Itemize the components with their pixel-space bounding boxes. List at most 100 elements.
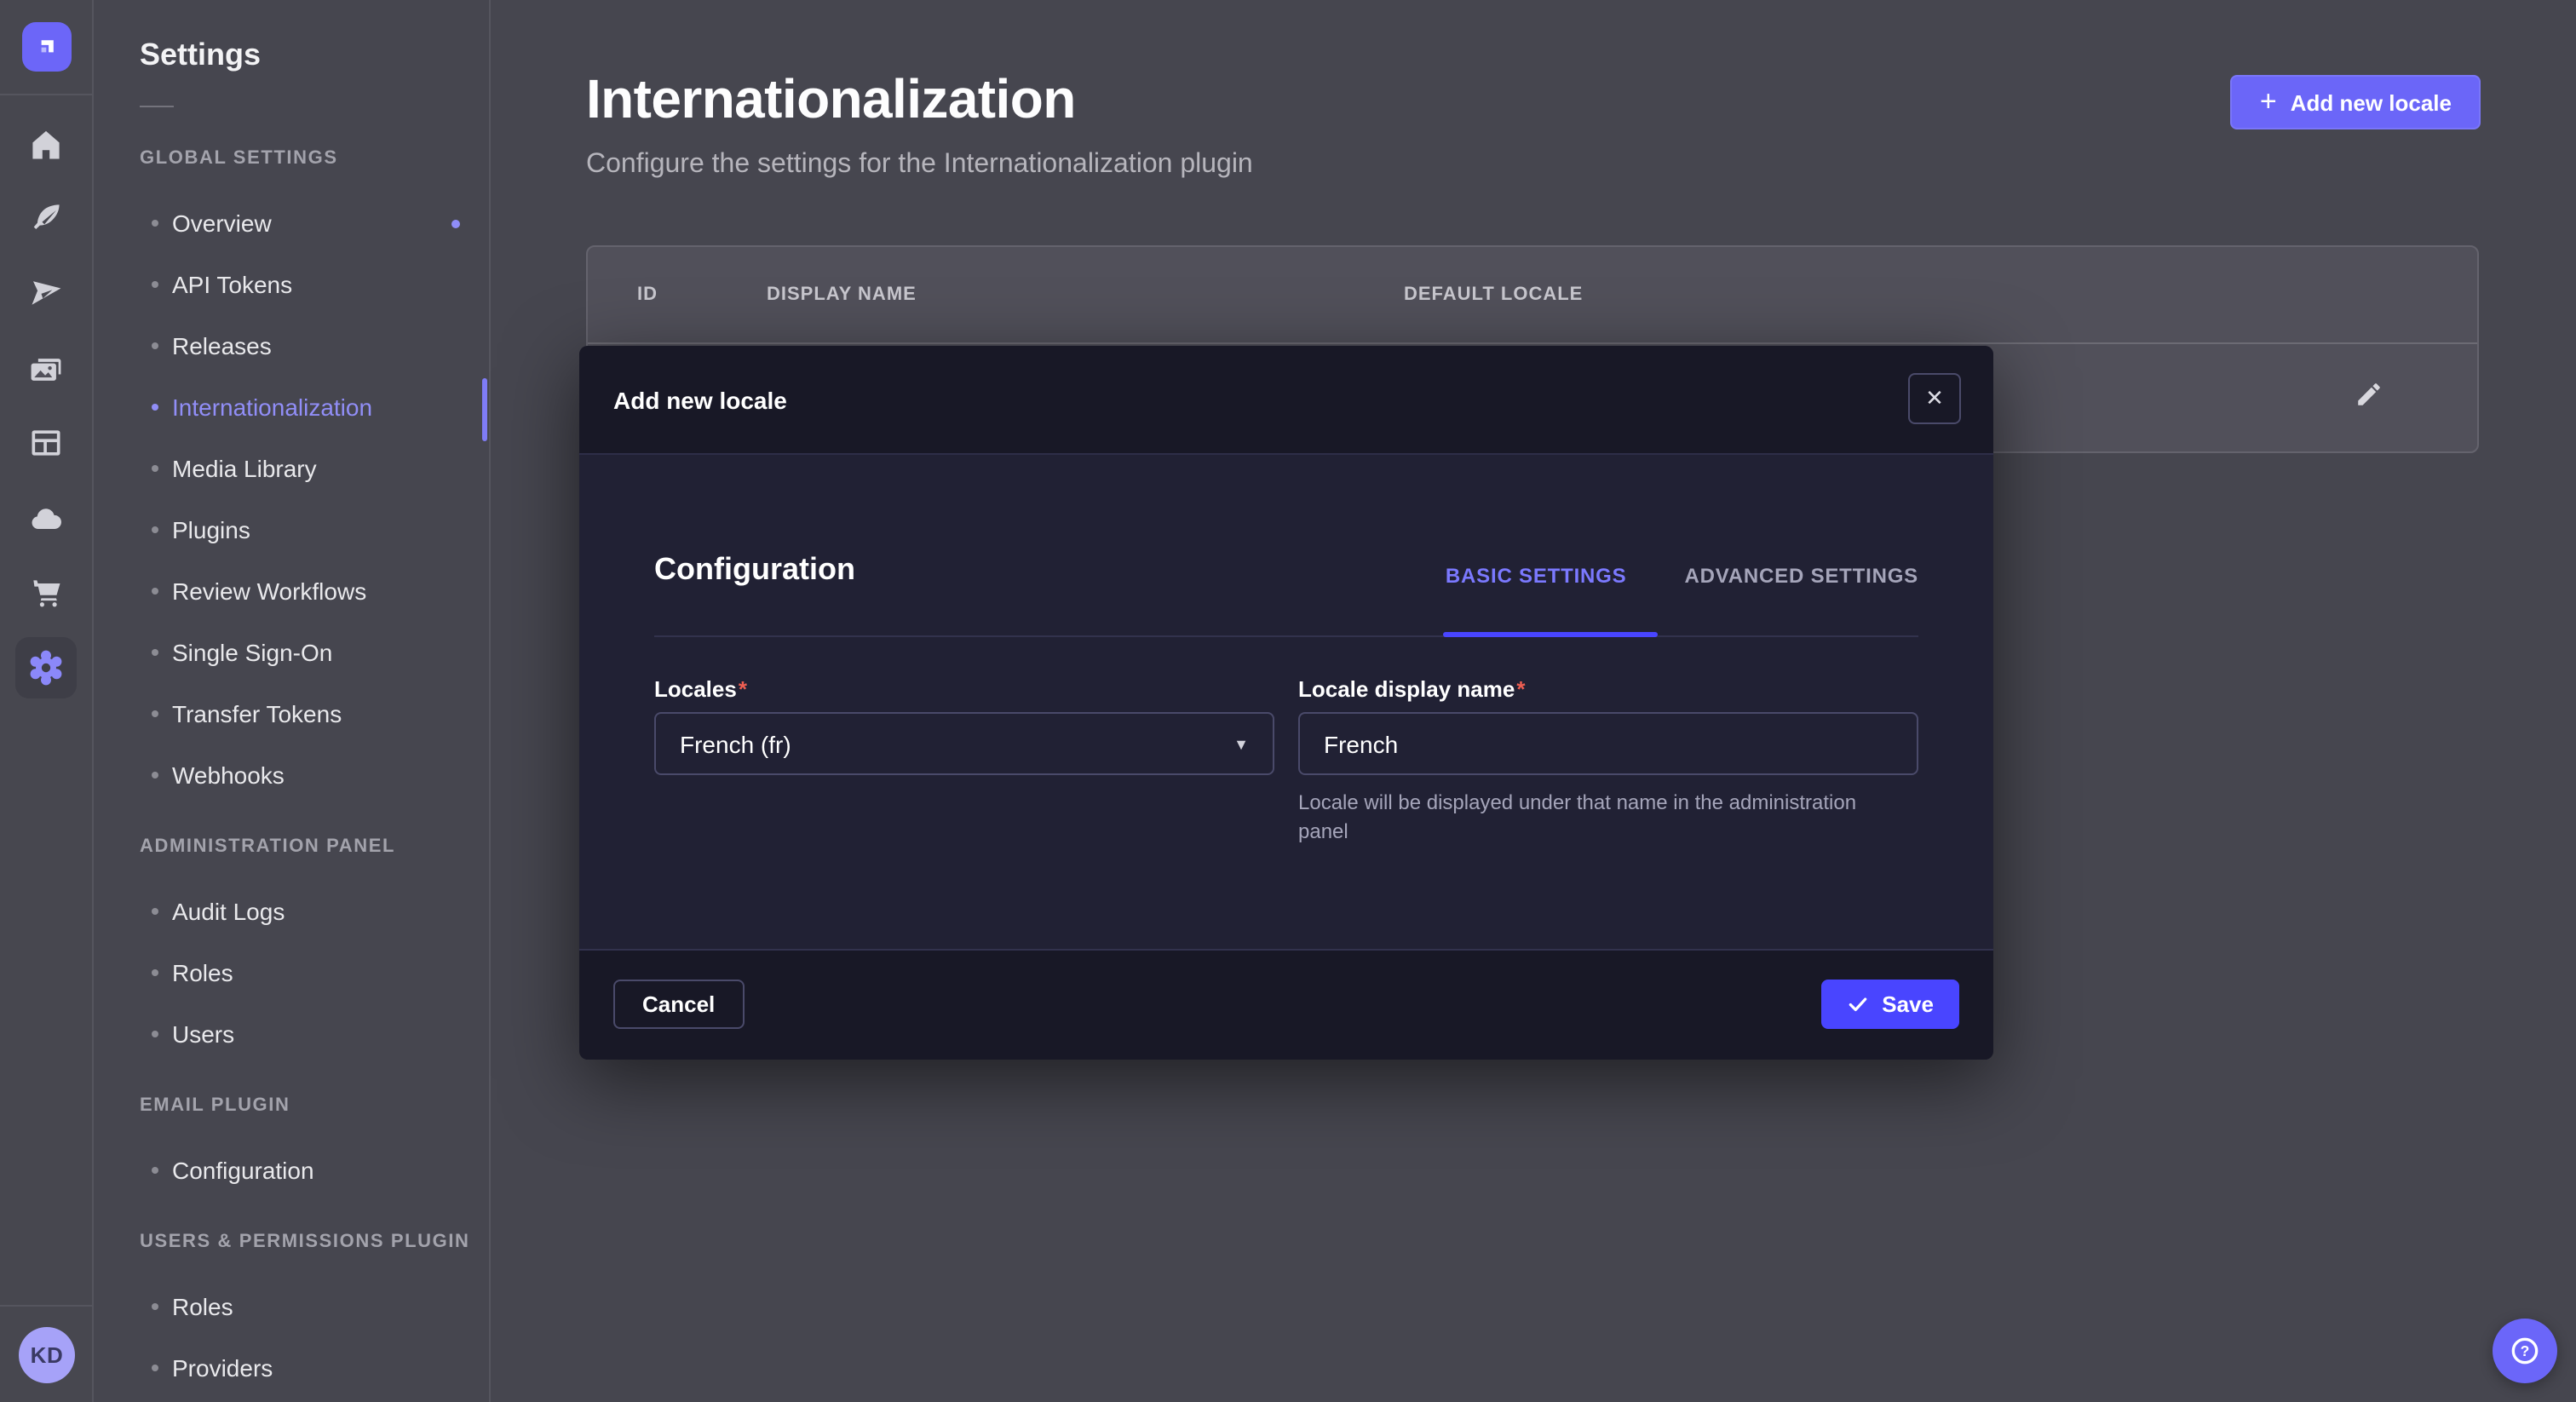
bullet-icon xyxy=(152,1303,158,1310)
save-button[interactable]: Save xyxy=(1820,980,1959,1029)
user-avatar[interactable]: KD xyxy=(19,1327,75,1383)
required-asterisk: * xyxy=(1516,676,1525,702)
sidebar-item-label: Releases xyxy=(172,332,272,359)
modal-tabs: BASIC SETTINGS ADVANCED SETTINGS xyxy=(1446,564,1918,588)
sidebar-item-label: Single Sign-On xyxy=(172,639,332,666)
column-header-default-locale: DEFAULT LOCALE xyxy=(1404,284,1583,305)
strapi-logo-icon[interactable] xyxy=(22,22,72,72)
rail-divider xyxy=(0,94,94,95)
sidebar-item-internationalization[interactable]: Internationalization xyxy=(95,376,489,438)
sidebar-item-email-configuration[interactable]: Configuration xyxy=(95,1140,489,1201)
sidebar-item-label: Providers xyxy=(172,1354,273,1382)
sidebar-item-label: Transfer Tokens xyxy=(172,700,342,727)
sidebar-item-overview[interactable]: Overview xyxy=(95,192,489,254)
bullet-icon xyxy=(152,281,158,288)
display-name-input[interactable] xyxy=(1298,712,1918,775)
page-subtitle: Configure the settings for the Internati… xyxy=(586,150,1253,181)
paper-plane-icon[interactable] xyxy=(15,262,77,324)
sidebar-item-single-sign-on[interactable]: Single Sign-On xyxy=(95,622,489,683)
layout-icon[interactable] xyxy=(15,412,77,474)
plus-icon: + xyxy=(2260,87,2277,116)
sidebar-item-label: Internationalization xyxy=(172,394,372,421)
display-name-label-text: Locale display name xyxy=(1298,676,1515,702)
edit-locale-button[interactable] xyxy=(2348,373,2389,414)
sidebar-item-label: Roles xyxy=(172,959,233,986)
bullet-icon xyxy=(152,220,158,227)
bullet-icon xyxy=(152,526,158,533)
locales-select-value: French (fr) xyxy=(680,730,791,757)
notification-dot xyxy=(451,219,460,227)
settings-subnav: Settings GLOBAL SETTINGS Overview API To… xyxy=(95,0,491,1402)
locales-field: Locales* French (fr) ▼ xyxy=(654,676,1274,775)
nav-section-email-plugin: EMAIL PLUGIN xyxy=(95,1092,489,1119)
column-header-id: ID xyxy=(637,284,658,305)
locales-select[interactable]: French (fr) ▼ xyxy=(654,712,1274,775)
media-library-icon[interactable] xyxy=(15,339,77,400)
add-new-locale-button[interactable]: + Add new locale xyxy=(2231,75,2481,129)
display-name-field: Locale display name* Locale will be disp… xyxy=(1298,676,1918,847)
sidebar-item-label: Roles xyxy=(172,1293,233,1320)
nav-section-global-settings: GLOBAL SETTINGS xyxy=(95,145,489,172)
sidebar-item-audit-logs[interactable]: Audit Logs xyxy=(95,881,489,942)
svg-text:?: ? xyxy=(2521,1342,2530,1359)
subnav-scrollbar-thumb[interactable] xyxy=(482,378,487,441)
chevron-down-icon: ▼ xyxy=(1233,735,1249,752)
bullet-icon xyxy=(152,710,158,717)
sidebar-item-transfer-tokens[interactable]: Transfer Tokens xyxy=(95,683,489,744)
locales-label: Locales* xyxy=(654,676,1274,702)
tab-advanced-settings[interactable]: ADVANCED SETTINGS xyxy=(1684,564,1918,588)
sidebar-item-up-providers[interactable]: Providers xyxy=(95,1337,489,1399)
sidebar-item-api-tokens[interactable]: API Tokens xyxy=(95,254,489,315)
page-title: Internationalization xyxy=(586,68,1076,131)
app-screen: KD Settings GLOBAL SETTINGS Overview API… xyxy=(0,0,2576,1402)
add-new-locale-label: Add new locale xyxy=(2291,89,2452,115)
marketplace-cart-icon[interactable] xyxy=(15,562,77,623)
modal-title: Add new locale xyxy=(613,346,787,455)
cancel-button[interactable]: Cancel xyxy=(613,980,744,1029)
feather-content-icon[interactable] xyxy=(15,187,77,249)
column-header-display-name: DISPLAY NAME xyxy=(767,284,917,305)
sidebar-item-label: Webhooks xyxy=(172,761,285,789)
sidebar-item-plugins[interactable]: Plugins xyxy=(95,499,489,560)
display-name-hint: Locale will be displayed under that name… xyxy=(1298,789,1895,847)
sidebar-item-label: Audit Logs xyxy=(172,898,285,925)
home-icon[interactable] xyxy=(15,114,77,175)
nav-section-administration-panel: ADMINISTRATION PANEL xyxy=(95,833,489,860)
modal-header: Add new locale ✕ xyxy=(579,346,1993,455)
rail-divider xyxy=(0,1305,94,1307)
bullet-icon xyxy=(152,588,158,595)
modal-section-row: Configuration BASIC SETTINGS ADVANCED SE… xyxy=(654,530,1918,601)
sidebar-item-admin-roles[interactable]: Roles xyxy=(95,942,489,1003)
sidebar-item-admin-users[interactable]: Users xyxy=(95,1003,489,1065)
sidebar-item-label: Plugins xyxy=(172,516,250,543)
close-icon[interactable]: ✕ xyxy=(1908,373,1961,424)
sidebar-item-review-workflows[interactable]: Review Workflows xyxy=(95,560,489,622)
subnav-list: GLOBAL SETTINGS Overview API Tokens Rele… xyxy=(95,145,489,1399)
bullet-icon xyxy=(152,969,158,976)
sidebar-item-label: Users xyxy=(172,1020,234,1048)
locales-label-text: Locales xyxy=(654,676,737,702)
sidebar-item-up-roles[interactable]: Roles xyxy=(95,1276,489,1337)
active-tab-underline xyxy=(1443,632,1658,637)
sidebar-item-webhooks[interactable]: Webhooks xyxy=(95,744,489,806)
bullet-icon xyxy=(152,404,158,411)
settings-gear-icon[interactable] xyxy=(15,637,77,698)
bullet-icon xyxy=(152,649,158,656)
cancel-label: Cancel xyxy=(642,991,715,1017)
help-button[interactable]: ? xyxy=(2493,1319,2557,1383)
pencil-icon xyxy=(2354,379,2383,408)
check-icon xyxy=(1846,993,1868,1015)
sidebar-item-releases[interactable]: Releases xyxy=(95,315,489,376)
question-mark-icon: ? xyxy=(2508,1334,2542,1368)
required-asterisk: * xyxy=(739,676,747,702)
sidebar-item-label: Configuration xyxy=(172,1157,314,1184)
sidebar-item-label: Review Workflows xyxy=(172,577,366,605)
cloud-icon[interactable] xyxy=(15,489,77,550)
bullet-icon xyxy=(152,1365,158,1371)
sidebar-item-label: Overview xyxy=(172,210,272,237)
sidebar-item-media-library[interactable]: Media Library xyxy=(95,438,489,499)
bullet-icon xyxy=(152,908,158,915)
bullet-icon xyxy=(152,342,158,349)
bullet-icon xyxy=(152,1167,158,1174)
tab-basic-settings[interactable]: BASIC SETTINGS xyxy=(1446,564,1627,588)
